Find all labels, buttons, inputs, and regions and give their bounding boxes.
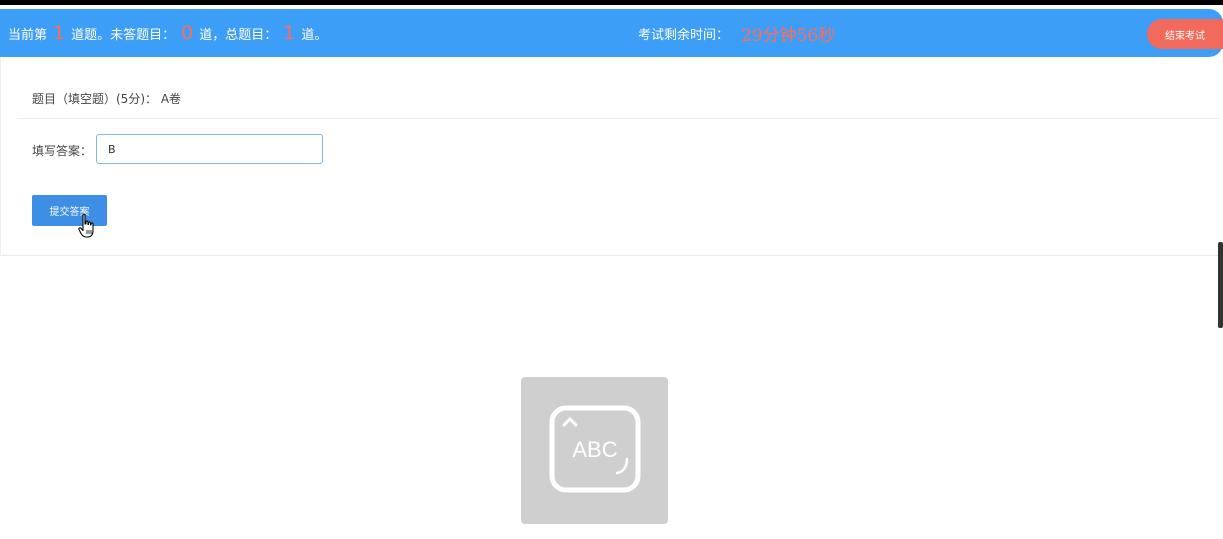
- progress-unanswered-suffix: 道，总题目：: [199, 27, 278, 43]
- question-card: 题目（填空题）(5分)： A卷 填写答案： 提交答案: [0, 57, 1223, 256]
- exam-status-bar: 当前第 1 道题。未答题目： 0 道，总题目： 1 道。 考试剩余时间： 29分…: [0, 9, 1223, 57]
- unanswered-count: 0: [181, 22, 194, 44]
- keyboard-abc-icon: ABC: [521, 377, 668, 524]
- progress-current-suffix: 道题。未答题目：: [71, 27, 176, 43]
- hand-pointer-icon: [78, 213, 94, 238]
- remaining-time-label: 考试剩余时间：: [638, 27, 730, 43]
- remaining-time: 考试剩余时间： 29分钟56秒: [638, 9, 835, 57]
- total-question-count: 1: [283, 22, 296, 44]
- question-progress: 当前第 1 道题。未答题目： 0 道，总题目： 1 道。: [8, 9, 327, 57]
- answer-label: 填写答案：: [32, 144, 93, 158]
- question-title: 题目（填空题）(5分)： A卷: [32, 92, 182, 106]
- question-divider: [17, 118, 1220, 119]
- ime-abc-text: ABC: [572, 437, 617, 462]
- remaining-time-value: 29分钟56秒: [741, 25, 836, 46]
- end-exam-button[interactable]: 结束考试: [1147, 19, 1223, 49]
- window-top-edge: [0, 0, 1223, 5]
- progress-current-prefix: 当前第: [8, 27, 48, 43]
- progress-total-suffix: 道。: [301, 27, 328, 43]
- window-scroll-edge: [1218, 242, 1223, 328]
- answer-input[interactable]: [96, 134, 323, 164]
- current-question-number: 1: [53, 22, 66, 44]
